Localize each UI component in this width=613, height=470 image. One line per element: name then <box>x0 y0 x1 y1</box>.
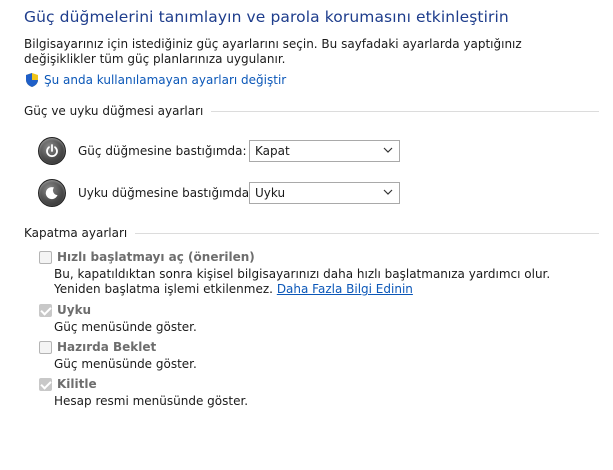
sleep-button-action-select[interactable]: Uyku <box>249 182 400 204</box>
hibernate-option-label: Hazırda Beklet <box>57 340 157 354</box>
power-button-action-value: Kapat <box>255 144 290 158</box>
lock-checkbox[interactable] <box>39 377 52 391</box>
sleep-button-icon <box>38 179 66 207</box>
power-button-icon <box>38 137 66 165</box>
power-button-label: Güç düğmesine bastığımda: <box>78 144 247 158</box>
chevron-down-icon <box>383 189 393 195</box>
change-settings-link-label: Şu anda kullanılamayan ayarları değiştir <box>44 73 287 87</box>
sleep-option-description: Güç menüsünde göster. <box>54 320 197 334</box>
shutdown-section-title: Kapatma ayarları <box>24 226 128 240</box>
fast-startup-label: Hızlı başlatmayı aç (önerilen) <box>57 250 255 264</box>
shutdown-section-header: Kapatma ayarları <box>24 226 599 240</box>
uac-shield-icon <box>26 73 38 87</box>
power-section-title: Güç ve uyku düğmesi ayarları <box>24 104 204 118</box>
sleep-option: Uyku Güç menüsünde göster. <box>39 303 599 335</box>
page-title: Güç düğmelerini tanımlayın ve parola kor… <box>24 8 509 26</box>
power-section-header: Güç ve uyku düğmesi ayarları <box>24 104 599 118</box>
change-settings-link[interactable]: Şu anda kullanılamayan ayarları değiştir <box>24 72 286 88</box>
sleep-button-action-value: Uyku <box>255 186 286 200</box>
divider <box>211 110 599 112</box>
lock-option-label: Kilitle <box>57 377 97 391</box>
sleep-button-row: Uyku düğmesine bastığımda: Uyku <box>38 179 400 207</box>
lock-option-description: Hesap resmi menüsünde göster. <box>54 394 249 408</box>
learn-more-link[interactable]: Daha Fazla Bilgi Edinin <box>277 282 413 296</box>
fast-startup-description: Bu, kapatıldıktan sonra kişisel bilgisay… <box>54 267 599 297</box>
sleep-option-label: Uyku <box>57 303 92 317</box>
hibernate-option: Hazırda Beklet Güç menüsünde göster. <box>39 340 599 372</box>
fast-startup-checkbox[interactable] <box>39 250 52 264</box>
fast-startup-option: Hızlı başlatmayı aç (önerilen) Bu, kapat… <box>39 250 599 297</box>
sleep-checkbox[interactable] <box>39 303 52 317</box>
page-intro: Bilgisayarınız için istediğiniz güç ayar… <box>24 37 522 66</box>
power-button-row: Güç düğmesine bastığımda: Kapat <box>38 137 400 165</box>
hibernate-option-description: Güç menüsünde göster. <box>54 357 197 371</box>
lock-option: Kilitle Hesap resmi menüsünde göster. <box>39 377 599 409</box>
power-button-action-select[interactable]: Kapat <box>249 140 400 162</box>
divider <box>135 232 599 234</box>
hibernate-checkbox[interactable] <box>39 340 52 354</box>
chevron-down-icon <box>383 147 393 153</box>
sleep-button-label: Uyku düğmesine bastığımda: <box>78 186 254 200</box>
